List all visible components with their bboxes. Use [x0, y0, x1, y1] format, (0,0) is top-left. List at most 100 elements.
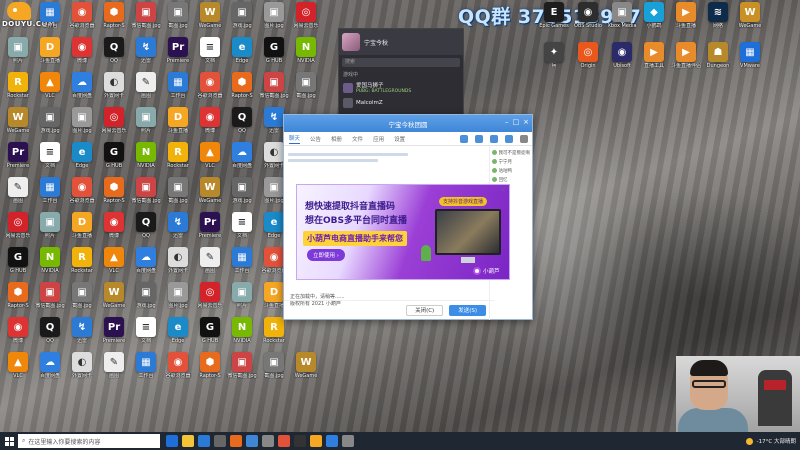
desktop-icon[interactable]: N NVIDIA — [226, 317, 258, 350]
screen-share-icon[interactable] — [490, 134, 498, 143]
desktop-icon[interactable]: R Rockstar — [162, 142, 194, 175]
desktop-icon-right-3[interactable]: ▣ Xbox Media — [606, 2, 638, 35]
pinned-app-icon[interactable] — [214, 435, 226, 447]
desktop-icon[interactable]: ▦ 工作台 — [34, 2, 66, 35]
desktop-icon[interactable]: ▲ VLC — [194, 142, 226, 175]
desktop-icon[interactable]: Pr Premiere — [2, 142, 34, 175]
desktop-icon[interactable]: Q QQ — [130, 212, 162, 245]
desktop-icon[interactable]: ☁ 百度网盘 — [66, 72, 98, 105]
desktop-icon[interactable]: ≡ 文档 — [194, 37, 226, 70]
phone-icon[interactable] — [460, 134, 468, 143]
desktop-icon-right-12[interactable]: ▶ 斗鱼直播伴侣 — [670, 42, 702, 75]
close-button[interactable]: 关闭(C) — [406, 305, 444, 316]
desktop-icon[interactable]: Q QQ — [226, 107, 258, 140]
desktop-icon[interactable]: R Rockstar — [2, 72, 34, 105]
minimize-icon[interactable]: – — [505, 118, 509, 126]
desktop-icon[interactable]: Pr Premiere — [194, 212, 226, 245]
desktop-icon[interactable]: N NVIDIA — [34, 247, 66, 280]
desktop-icon[interactable]: ◉ 微博 — [194, 107, 226, 140]
desktop-icon[interactable]: ▣ 图片.jpg — [162, 282, 194, 315]
desktop-icon[interactable]: ▣ 微信截图.jpg — [34, 282, 66, 315]
taskbar-search-input[interactable]: ⌕ 在这里输入你要搜索的内容 — [18, 434, 160, 448]
qq-contact-item[interactable]: 爱国马狮子 PUBG: BATTLEGROUNDS — [339, 79, 463, 96]
desktop-icon[interactable]: ≡ 文档 — [34, 142, 66, 175]
desktop-icon-right-13[interactable]: ☗ Dungeon — [702, 42, 734, 75]
desktop-icon[interactable]: ◎ 网易云音乐 — [2, 212, 34, 245]
pinned-app-icon[interactable] — [182, 435, 194, 447]
desktop-icon[interactable]: W WeGame — [98, 282, 130, 315]
desktop-icon[interactable]: ▣ 截图.jpg — [258, 352, 290, 385]
desktop-icon[interactable]: ▣ 照片 — [34, 212, 66, 245]
tab-album[interactable]: 相册 — [331, 135, 342, 143]
pinned-app-icon[interactable] — [230, 435, 242, 447]
desktop-icon[interactable]: ◐ 外置网卡 — [66, 352, 98, 385]
pinned-app-icon[interactable] — [166, 435, 178, 447]
desktop-icon[interactable]: ◉ 谷歌浏览器 — [66, 2, 98, 35]
desktop-icon[interactable]: ▲ VLC — [34, 72, 66, 105]
desktop-icon[interactable]: GG HUB — [258, 37, 290, 70]
desktop-icon[interactable]: ⬢ Raptor-S — [98, 177, 130, 210]
add-member-icon[interactable] — [505, 134, 513, 143]
desktop-icon[interactable]: ▣ 游戏.jpg — [130, 282, 162, 315]
desktop-icon[interactable]: ▣ 微信截图.jpg — [130, 177, 162, 210]
desktop-icon[interactable]: ▣ 图片.jpg — [258, 2, 290, 35]
desktop-icon[interactable]: ⬢ Raptor-S — [2, 282, 34, 315]
desktop-icon[interactable]: ◐ 外置网卡 — [98, 72, 130, 105]
desktop-icon[interactable]: ▣ 截图.jpg — [66, 282, 98, 315]
desktop-icon[interactable]: ≡ 文档 — [226, 212, 258, 245]
desktop-icon[interactable]: e Edge — [162, 317, 194, 350]
desktop-icon[interactable]: Pr Premiere — [98, 317, 130, 350]
ad-banner[interactable]: × 想快速提取抖音直播码 想在OBS多平台同时直播 小葫芦电商直播助手来帮您 立… — [296, 184, 510, 280]
desktop-icon[interactable]: ☁ 百度网盘 — [130, 247, 162, 280]
desktop-icon[interactable]: N NVIDIA — [130, 142, 162, 175]
desktop-icon[interactable]: D 斗鱼直播 — [66, 212, 98, 245]
desktop-icon[interactable]: W WeGame — [2, 107, 34, 140]
desktop-icon[interactable]: GG HUB — [2, 247, 34, 280]
more-icon[interactable] — [520, 134, 528, 143]
desktop-icon[interactable]: GG HUB — [194, 317, 226, 350]
desktop-icon[interactable]: ▣ 照片 — [130, 107, 162, 140]
start-button[interactable] — [0, 432, 18, 450]
tab-chat[interactable]: 聊天 — [289, 134, 301, 144]
desktop-icon[interactable]: ◐ 外置网卡 — [162, 247, 194, 280]
ad-cta-button[interactable]: 立即使用 › — [307, 249, 345, 261]
pinned-app-icon[interactable] — [246, 435, 258, 447]
desktop-icon-right-10[interactable]: ◉ Ubisoft — [606, 42, 638, 75]
member-item[interactable]: 回忆 — [491, 175, 531, 184]
desktop-icon[interactable]: ✎ 画图 — [130, 72, 162, 105]
desktop-icon-right-5[interactable]: ▶ 斗鱼直播 — [670, 2, 702, 35]
desktop-icon[interactable]: N NVIDIA — [290, 37, 322, 70]
member-item[interactable]: 咕咕鸭 — [491, 166, 531, 175]
video-icon[interactable] — [475, 134, 483, 143]
desktop-icon[interactable]: ▦ 工作台 — [162, 72, 194, 105]
desktop-icon[interactable]: W WeGame — [194, 177, 226, 210]
desktop-icon[interactable]: ✎ 画图 — [194, 247, 226, 280]
avatar[interactable] — [342, 33, 360, 51]
desktop-icon[interactable]: D 斗鱼直播 — [162, 107, 194, 140]
tab-files[interactable]: 文件 — [352, 135, 363, 143]
pinned-app-icon[interactable] — [294, 435, 306, 447]
desktop-icon-right-14[interactable]: ▦ VMware — [734, 42, 766, 75]
pinned-app-icon[interactable] — [278, 435, 290, 447]
desktop-icon[interactable]: ⬢ Raptor-S — [194, 352, 226, 385]
desktop-icon[interactable]: ▣ 截图.jpg — [290, 72, 322, 105]
desktop-icon[interactable]: ↯ 迅雷 — [162, 212, 194, 245]
maximize-icon[interactable]: □ — [513, 118, 520, 126]
desktop-icon[interactable]: ☁ 百度网盘 — [226, 142, 258, 175]
desktop-icon-right-6[interactable]: ≋ 网络 — [702, 2, 734, 35]
desktop-icon[interactable]: ▣ 微信截图.jpg — [226, 352, 258, 385]
desktop-icon[interactable]: ▣ 照片 — [226, 282, 258, 315]
close-icon[interactable]: × — [523, 118, 529, 126]
desktop-icon[interactable]: ▣ 游戏.jpg — [34, 107, 66, 140]
desktop-icon[interactable]: ▣ 微信截图.jpg — [130, 2, 162, 35]
pinned-app-icon[interactable] — [262, 435, 274, 447]
desktop-icon[interactable]: Pr Premiere — [162, 37, 194, 70]
desktop-icon[interactable]: ↯ 迅雷 — [66, 317, 98, 350]
desktop-icon[interactable]: Q QQ — [98, 37, 130, 70]
desktop-icon-right-8[interactable]: ✦ 兵 — [538, 42, 570, 75]
desktop-icon[interactable]: ◉ 微博 — [2, 317, 34, 350]
desktop-icon-right-2[interactable]: ◉ OBS Studio — [572, 2, 604, 35]
desktop-icon[interactable]: ▣ 游戏.jpg — [226, 2, 258, 35]
pinned-app-icon[interactable] — [310, 435, 322, 447]
desktop-icon[interactable]: ▣ 游戏.jpg — [226, 177, 258, 210]
